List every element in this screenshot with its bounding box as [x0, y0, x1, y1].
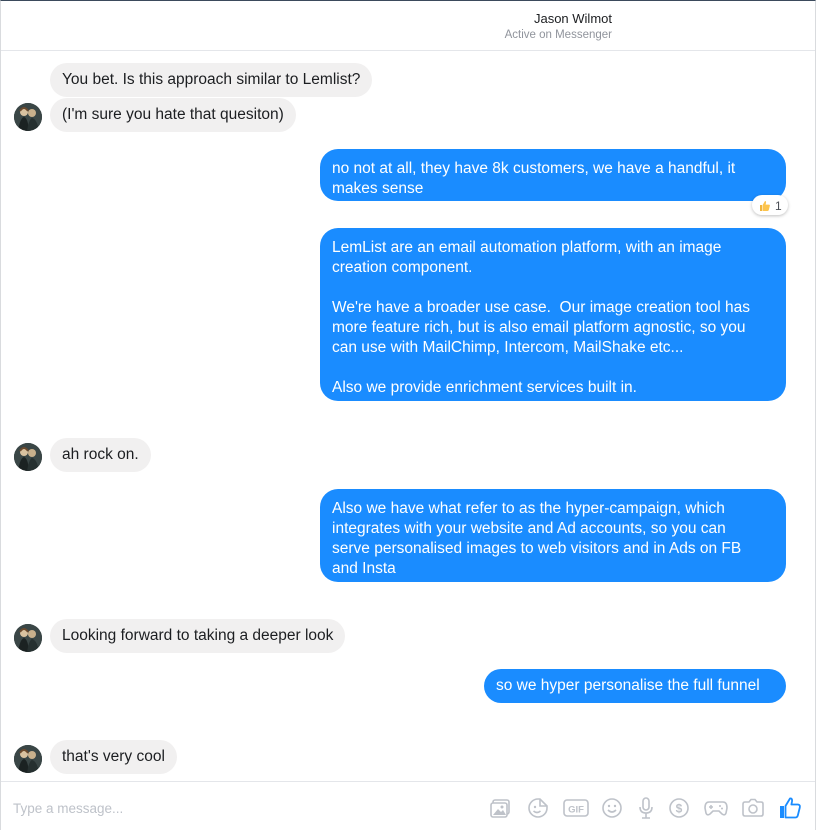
- camera-icon[interactable]: [741, 796, 765, 820]
- game-icon[interactable]: [704, 796, 728, 820]
- gif-icon[interactable]: GIF: [562, 796, 590, 820]
- contact-avatar[interactable]: [14, 103, 42, 131]
- payment-icon[interactable]: $: [667, 796, 691, 820]
- incoming-message[interactable]: You bet. Is this approach similar to Lem…: [50, 63, 373, 97]
- avatar-photo: [14, 624, 42, 652]
- message-thread[interactable]: You bet. Is this approach similar to Lem…: [1, 52, 815, 781]
- incoming-message[interactable]: that's very cool: [50, 740, 177, 774]
- sticker-icon[interactable]: [526, 796, 550, 820]
- message-composer: GIF $: [1, 781, 815, 830]
- avatar-photo: [14, 103, 42, 131]
- contact-avatar[interactable]: [14, 624, 42, 652]
- incoming-message[interactable]: ah rock on.: [50, 438, 151, 472]
- outgoing-message[interactable]: no not at all, they have 8k customers, w…: [320, 149, 786, 201]
- outgoing-message[interactable]: LemList are an email automation platform…: [320, 228, 786, 401]
- active-status-text: Active on Messenger: [504, 29, 612, 41]
- contact-avatar[interactable]: [14, 745, 42, 773]
- avatar-photo: [14, 745, 42, 773]
- photo-icon[interactable]: [489, 796, 513, 820]
- incoming-message[interactable]: Looking forward to taking a deeper look: [50, 619, 346, 653]
- microphone-icon[interactable]: [634, 796, 658, 820]
- svg-text:GIF: GIF: [568, 805, 584, 816]
- contact-avatar[interactable]: [14, 443, 42, 471]
- emoji-icon[interactable]: [600, 796, 624, 820]
- outgoing-message[interactable]: so we hyper personalise the full funnel: [484, 669, 786, 703]
- reaction-count: 1: [775, 199, 782, 213]
- thumbs-up-icon: [760, 201, 770, 211]
- messenger-window: Jason Wilmot Active on Messenger You bet…: [0, 0, 816, 830]
- outgoing-message[interactable]: Also we have what refer to as the hyper-…: [320, 489, 786, 582]
- like-icon[interactable]: [778, 796, 802, 820]
- incoming-message[interactable]: (I'm sure you hate that quesiton): [50, 98, 296, 132]
- active-status: Active on Messenger: [1, 29, 815, 41]
- message-reaction[interactable]: 1: [752, 195, 788, 215]
- contact-name-text: Jason Wilmot: [533, 11, 612, 26]
- avatar-photo: [14, 443, 42, 471]
- svg-text:$: $: [676, 802, 683, 816]
- conversation-header: Jason Wilmot Active on Messenger: [1, 1, 815, 51]
- contact-name[interactable]: Jason Wilmot: [1, 11, 815, 26]
- message-input[interactable]: [13, 798, 453, 818]
